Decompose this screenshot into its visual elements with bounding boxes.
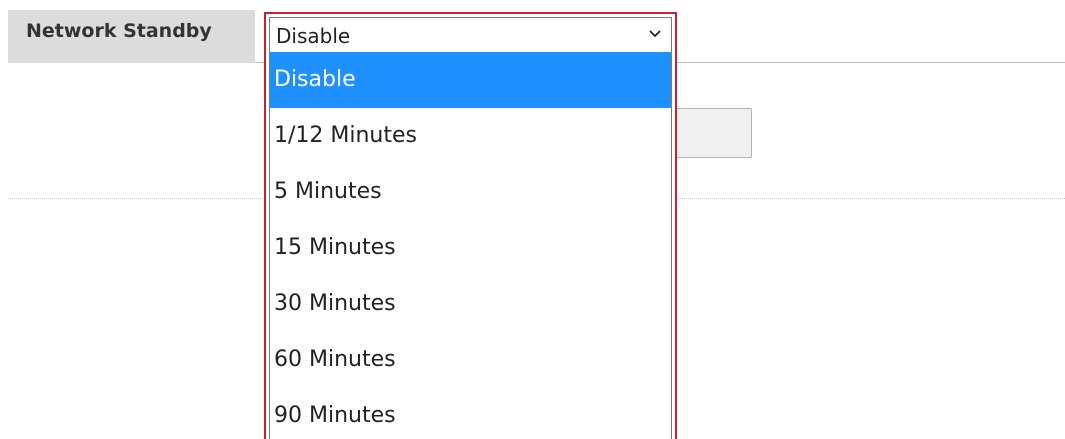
option-90-minutes[interactable]: 90 Minutes [270,388,671,439]
option-60-minutes[interactable]: 60 Minutes [270,332,671,388]
option-disable[interactable]: Disable [270,52,671,108]
network-standby-label-cell: Network Standby [8,10,255,63]
dropdown-options: Disable 1/12 Minutes 5 Minutes 15 Minute… [269,52,672,439]
option-15-minutes[interactable]: 15 Minutes [270,220,671,276]
network-standby-label: Network Standby [26,20,212,42]
option-30-minutes[interactable]: 30 Minutes [270,276,671,332]
select-field[interactable]: Disable [269,17,672,52]
option-1-12-minutes[interactable]: 1/12 Minutes [270,108,671,164]
settings-page: Network Standby cel Disable Disable 1/12… [0,0,1065,439]
select-current-value: Disable [276,24,351,48]
dropdown-list: Disable 1/12 Minutes 5 Minutes 15 Minute… [264,52,677,439]
network-standby-select[interactable]: Disable [264,12,677,52]
chevron-down-icon [649,30,661,38]
option-5-minutes[interactable]: 5 Minutes [270,164,671,220]
